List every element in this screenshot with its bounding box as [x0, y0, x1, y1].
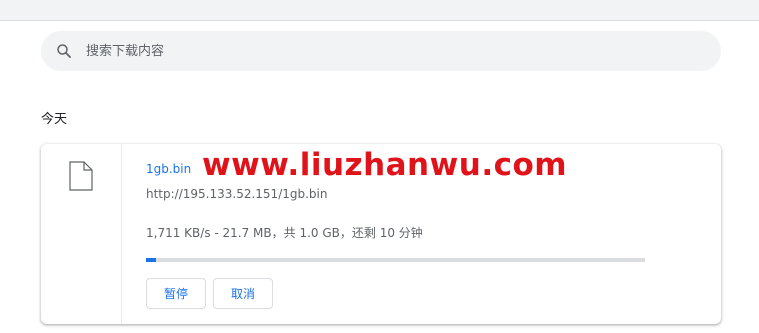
- progress-bar: [146, 258, 645, 262]
- progress-fill: [146, 258, 156, 262]
- file-icon: [69, 161, 93, 191]
- search-bar[interactable]: [41, 31, 721, 71]
- search-icon[interactable]: [55, 42, 73, 60]
- pause-button[interactable]: 暂停: [146, 278, 206, 309]
- cancel-button[interactable]: 取消: [213, 278, 273, 309]
- download-card: 1gb.bin www.liuzhanwu.com http://195.133…: [41, 144, 721, 324]
- search-input[interactable]: [86, 41, 686, 61]
- file-url: http://195.133.52.151/1gb.bin: [146, 187, 328, 201]
- date-heading: 今天: [41, 112, 68, 127]
- download-status: 1,711 KB/s - 21.7 MB，共 1.0 GB，还剩 10 分钟: [146, 226, 423, 240]
- card-divider: [121, 144, 122, 324]
- watermark-text: www.liuzhanwu.com: [202, 147, 568, 183]
- file-name-link[interactable]: 1gb.bin: [146, 162, 191, 176]
- top-toolbar-edge: [0, 0, 759, 21]
